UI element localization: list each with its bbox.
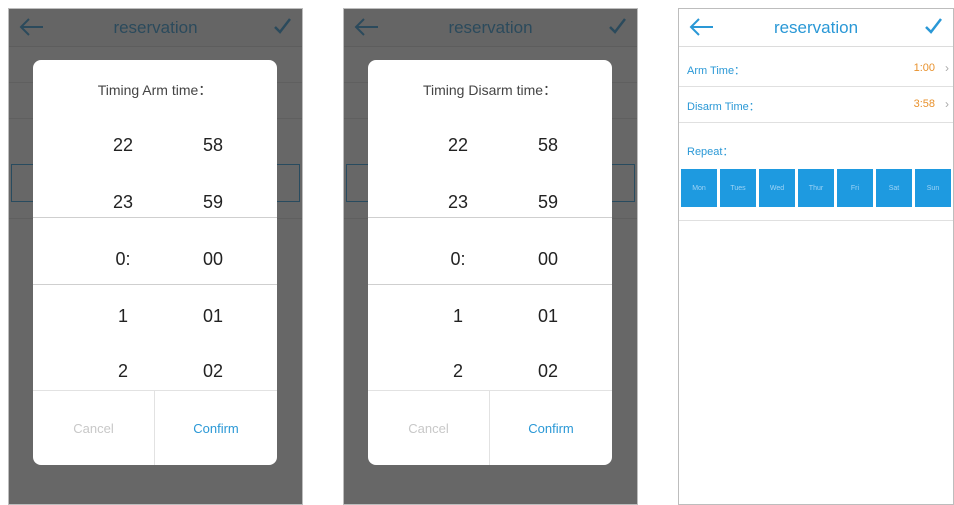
hour-cell[interactable]: 23 <box>418 192 498 213</box>
day-selector: Mon Tues Wed Thur Fri Sat Sun <box>681 169 951 207</box>
selection-line-bottom <box>33 284 277 285</box>
minute-cell[interactable]: 02 <box>508 361 588 382</box>
day-thu[interactable]: Thur <box>798 169 834 207</box>
arm-time-row[interactable]: Arm Time： 1:00 › <box>679 51 953 87</box>
picker-row[interactable]: 22 58 <box>368 127 612 167</box>
picker-row-selected[interactable]: 0: 00 <box>33 241 277 281</box>
disarm-time-value: 3:58 <box>913 98 935 110</box>
hour-cell[interactable]: 1 <box>83 306 163 327</box>
confirm-button[interactable]: Confirm <box>490 391 612 465</box>
picker-row[interactable]: 23 59 <box>368 184 612 224</box>
hour-cell[interactable]: 1 <box>418 306 498 327</box>
disarm-time-label: Disarm Time： <box>687 101 760 113</box>
top-bar: reservation <box>679 9 953 47</box>
arm-time-value: 1:00 <box>913 62 935 74</box>
checkmark-icon[interactable] <box>923 16 943 36</box>
hour-cell[interactable]: 2 <box>418 361 498 382</box>
disarm-time-dialog: Timing Disarm time： 22 58 23 59 0: 00 1 … <box>368 60 612 465</box>
screen-reservation-settings: reservation Arm Time： 1:00 › Disarm Time… <box>678 8 954 505</box>
minute-cell[interactable]: 01 <box>508 306 588 327</box>
chevron-right-icon: › <box>945 97 949 111</box>
picker-row[interactable]: 2 02 <box>33 353 277 393</box>
selection-line-top <box>33 217 277 218</box>
minute-cell[interactable]: 58 <box>173 135 253 156</box>
arm-time-dialog: Timing Arm time： 22 58 23 59 0: 00 1 01 … <box>33 60 277 465</box>
hour-cell[interactable]: 23 <box>83 192 163 213</box>
minute-cell[interactable]: 58 <box>508 135 588 156</box>
cancel-button[interactable]: Cancel <box>33 391 155 465</box>
picker-row[interactable]: 1 01 <box>368 298 612 338</box>
dialog-title: Timing Disarm time： <box>422 82 558 98</box>
arm-time-label: Arm Time： <box>687 65 746 77</box>
hour-cell[interactable]: 22 <box>418 135 498 156</box>
picker-row[interactable]: 22 58 <box>33 127 277 167</box>
disarm-time-row[interactable]: Disarm Time： 3:58 › <box>679 87 953 123</box>
dialog-buttons: Cancel Confirm <box>33 390 277 465</box>
repeat-label: Repeat： <box>687 146 734 158</box>
picker-row[interactable]: 23 59 <box>33 184 277 224</box>
minute-cell[interactable]: 02 <box>173 361 253 382</box>
dialog-title: Timing Arm time： <box>97 82 213 98</box>
repeat-section: Repeat： Mon Tues Wed Thur Fri Sat Sun <box>679 131 953 221</box>
confirm-button[interactable]: Confirm <box>155 391 277 465</box>
day-sat[interactable]: Sat <box>876 169 912 207</box>
hour-cell[interactable]: 22 <box>83 135 163 156</box>
screen-arm-time-picker: reservation Timing Arm time： 22 58 23 59… <box>8 8 303 505</box>
day-fri[interactable]: Fri <box>837 169 873 207</box>
minute-cell[interactable]: 01 <box>173 306 253 327</box>
picker-row[interactable]: 1 01 <box>33 298 277 338</box>
hour-cell-selected[interactable]: 0: <box>83 249 163 270</box>
hour-cell[interactable]: 2 <box>83 361 163 382</box>
minute-cell-selected[interactable]: 00 <box>508 249 588 270</box>
picker-row-selected[interactable]: 0: 00 <box>368 241 612 281</box>
screen-disarm-time-picker: reservation Timing Disarm time： 22 58 23… <box>343 8 638 505</box>
day-sun[interactable]: Sun <box>915 169 951 207</box>
day-mon[interactable]: Mon <box>681 169 717 207</box>
minute-cell-selected[interactable]: 00 <box>173 249 253 270</box>
hour-cell-selected[interactable]: 0: <box>418 249 498 270</box>
day-wed[interactable]: Wed <box>759 169 795 207</box>
picker-row[interactable]: 2 02 <box>368 353 612 393</box>
minute-cell[interactable]: 59 <box>173 192 253 213</box>
selection-line-top <box>368 217 612 218</box>
chevron-right-icon: › <box>945 61 949 75</box>
page-title: reservation <box>773 18 859 37</box>
day-tue[interactable]: Tues <box>720 169 756 207</box>
minute-cell[interactable]: 59 <box>508 192 588 213</box>
cancel-button[interactable]: Cancel <box>368 391 490 465</box>
dialog-buttons: Cancel Confirm <box>368 390 612 465</box>
selection-line-bottom <box>368 284 612 285</box>
